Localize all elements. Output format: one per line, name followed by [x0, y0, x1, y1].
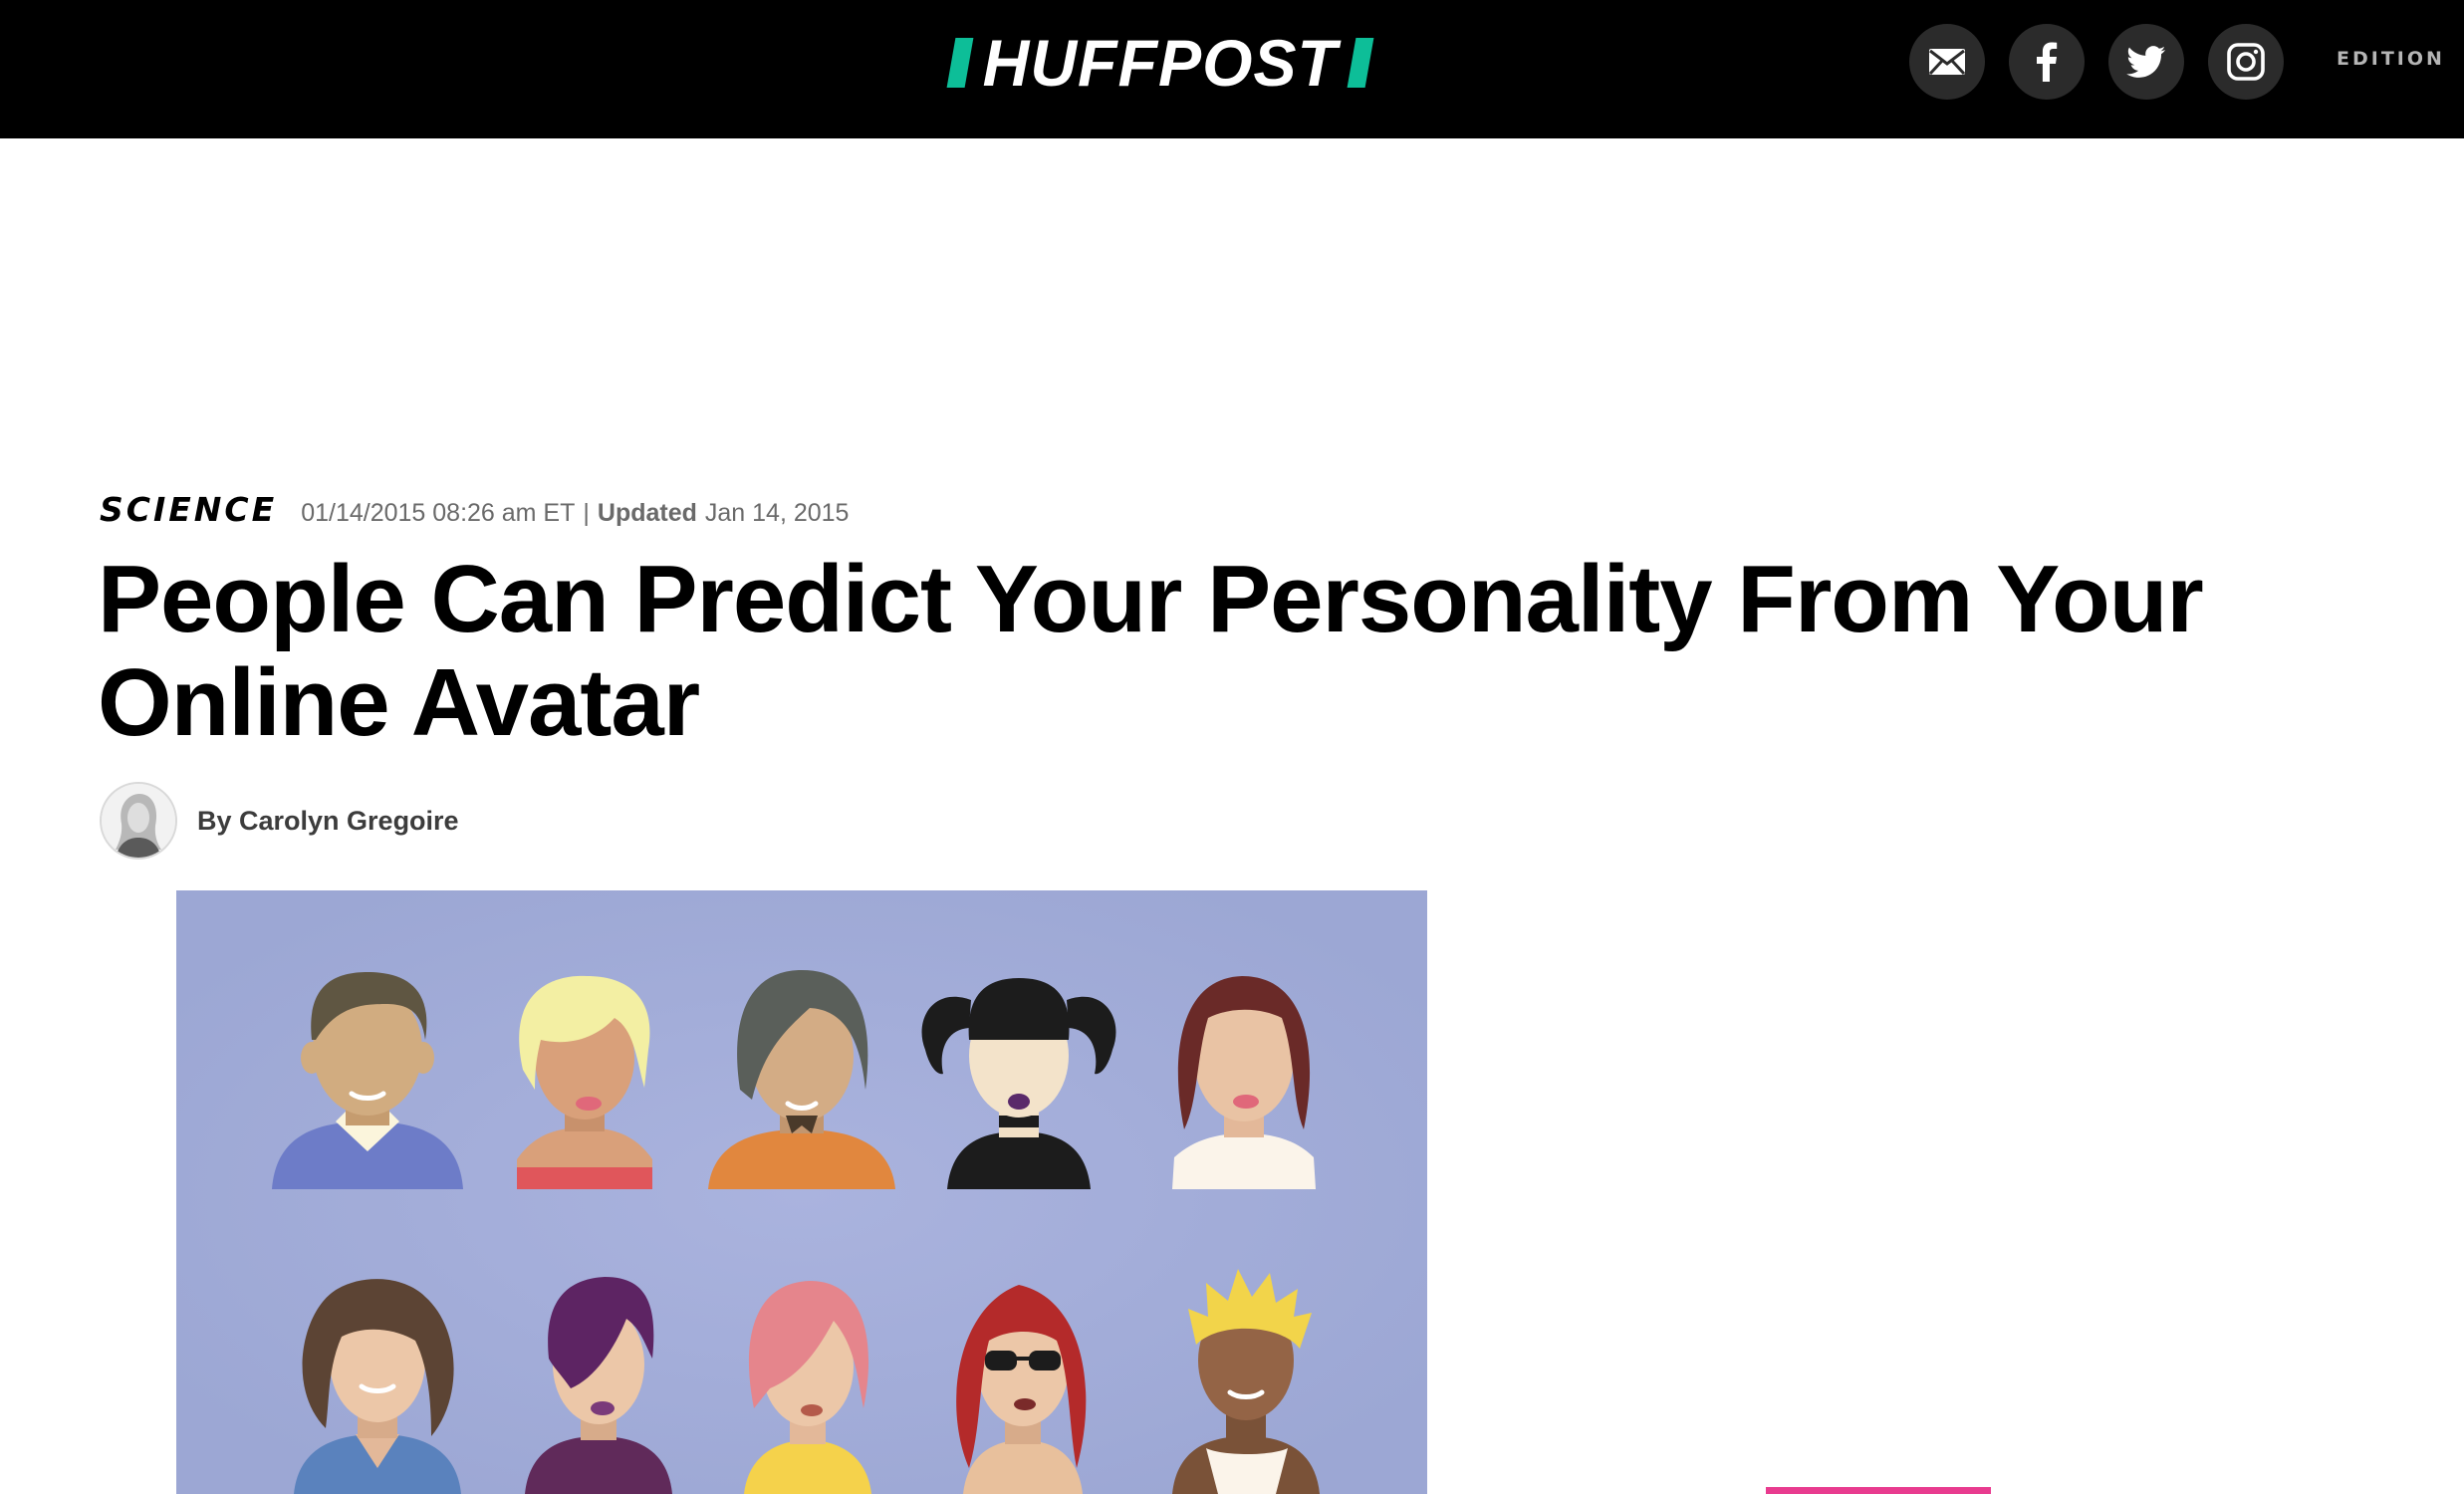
top-nav-bar: HUFFPOST EDITION: [0, 0, 2464, 138]
article-title: People Can Predict Your Personality From…: [98, 546, 2204, 756]
instagram-button[interactable]: [2208, 24, 2284, 100]
article-meta: SCIENCE 01/14/2015 08:26 am ET | Updated…: [100, 490, 849, 534]
twitter-button[interactable]: [2108, 24, 2184, 100]
meta-separator: |: [583, 499, 590, 527]
huffpost-logo[interactable]: HUFFPOST: [946, 26, 1374, 100]
author-name[interactable]: By Carolyn Gregoire: [197, 806, 459, 837]
updated-label: Updated: [597, 499, 697, 527]
section-label[interactable]: SCIENCE: [100, 490, 277, 529]
publish-timestamp: 01/14/2015 08:26 am ET: [301, 499, 576, 527]
instagram-icon: [2227, 43, 2265, 81]
pink-accent-bar: [1766, 1487, 1991, 1494]
facebook-button[interactable]: [2009, 24, 2085, 100]
avatar-illustration-5: [1172, 976, 1316, 1189]
facebook-icon: [2037, 42, 2058, 82]
hero-image: [176, 890, 1427, 1494]
author-avatar[interactable]: [100, 782, 177, 860]
twitter-icon: [2126, 45, 2166, 78]
logo-accent-bar-right: [1347, 38, 1374, 88]
logo-text: HUFFPOST: [982, 26, 1339, 100]
avatar-illustration-6: [294, 1279, 461, 1494]
byline: By Carolyn Gregoire: [100, 781, 459, 861]
edition-menu[interactable]: EDITION: [2337, 48, 2445, 70]
updated-date: Jan 14, 2015: [704, 499, 850, 527]
email-button[interactable]: [1909, 24, 1985, 100]
logo-accent-bar-left: [946, 38, 974, 88]
email-icon: [1928, 49, 1966, 76]
